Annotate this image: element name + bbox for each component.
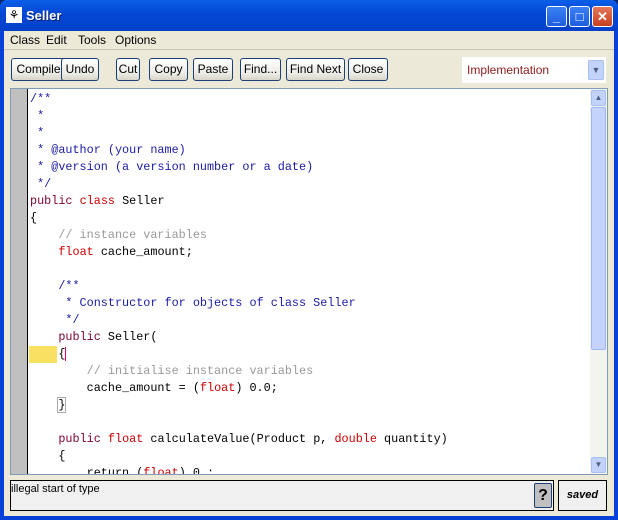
code-token: */: [30, 313, 80, 327]
code-line[interactable]: public float calculateValue(Product p, d…: [29, 431, 448, 448]
code-line[interactable]: cache_amount = (float) 0.0;: [29, 380, 448, 397]
title-bar[interactable]: ⚘ Seller _ □ ✕: [0, 0, 618, 31]
code-line[interactable]: public Seller(: [29, 329, 448, 346]
copy-button[interactable]: Copy: [149, 58, 188, 81]
code-line[interactable]: {: [29, 448, 448, 465]
code-token: public: [58, 330, 101, 344]
code-token: float: [199, 381, 236, 395]
saved-indicator: saved: [558, 480, 607, 511]
code-line[interactable]: */: [29, 312, 448, 329]
scroll-down-icon[interactable]: ▼: [591, 457, 606, 473]
text-caret: [65, 346, 67, 361]
code-token: public: [30, 194, 73, 208]
cut-button[interactable]: Cut: [116, 58, 140, 81]
window-title: Seller: [26, 8, 62, 23]
paste-button[interactable]: Paste: [193, 58, 233, 81]
code-line[interactable]: return (float) 0 ;: [29, 465, 448, 475]
code-line[interactable]: // instance variables: [29, 227, 448, 244]
view-select-value: Implementation: [467, 63, 550, 77]
code-token: Seller(: [100, 330, 158, 344]
menu-tools[interactable]: Tools: [78, 33, 106, 47]
code-token: cache_amount;: [93, 245, 193, 259]
code-token: calculateValue(Product p,: [143, 432, 335, 446]
code-token: * @author (your name): [30, 143, 186, 157]
code-token: {: [58, 347, 66, 361]
code-line[interactable]: }: [29, 397, 448, 414]
minimize-button[interactable]: _: [546, 6, 567, 27]
code-token: /**: [30, 279, 80, 293]
code-line[interactable]: *: [29, 125, 448, 142]
code-line[interactable]: *: [29, 108, 448, 125]
code-line[interactable]: * @author (your name): [29, 142, 448, 159]
code-token: {: [30, 449, 66, 463]
code-token: */: [30, 177, 52, 191]
code-token: ) 0.0;: [235, 381, 278, 395]
menu-options[interactable]: Options: [115, 33, 156, 47]
code-line[interactable]: public class Seller: [29, 193, 448, 210]
code-token: public: [58, 432, 101, 446]
code-token: // instance variables: [30, 228, 207, 242]
code-token: // initialise instance variables: [30, 364, 314, 378]
code-token: cache_amount = (: [30, 381, 200, 395]
code-token: Seller: [114, 194, 165, 208]
status-message: illegal start of type: [11, 483, 100, 495]
code-line[interactable]: float cache_amount;: [29, 244, 448, 261]
find-next-button[interactable]: Find Next: [286, 58, 345, 81]
code-token: float: [143, 466, 179, 475]
close-button[interactable]: Close: [348, 58, 388, 81]
code-area[interactable]: /** * * * @author (your name) * @version…: [29, 91, 448, 475]
code-line[interactable]: [29, 261, 448, 278]
line-gutter[interactable]: [11, 89, 28, 474]
code-token: *: [30, 126, 45, 140]
code-line[interactable]: * @version (a version number or a date): [29, 159, 448, 176]
code-line[interactable]: [29, 414, 448, 431]
code-line[interactable]: * Constructor for objects of class Selle…: [29, 295, 448, 312]
code-token: *: [30, 109, 45, 123]
chevron-down-icon[interactable]: ▼: [588, 60, 604, 80]
find-button[interactable]: Find...: [240, 58, 281, 81]
code-token: }: [57, 397, 67, 413]
code-token: double: [334, 432, 377, 446]
code-token: quantity): [376, 432, 448, 446]
status-message-area: illegal start of type ?: [10, 480, 554, 511]
compile-button[interactable]: Compile: [11, 58, 66, 81]
code-line[interactable]: */: [29, 176, 448, 193]
scroll-up-icon[interactable]: ▲: [591, 90, 606, 106]
code-token: float: [58, 245, 94, 259]
error-help-button[interactable]: ?: [534, 483, 552, 508]
code-token: float: [107, 432, 144, 446]
menu-bar: Class Edit Tools Options: [4, 31, 614, 50]
code-token: /**: [30, 92, 52, 106]
view-select[interactable]: Implementation ▼: [462, 57, 606, 83]
undo-button[interactable]: Undo: [61, 58, 99, 81]
code-token: {: [30, 211, 38, 225]
code-token: * Constructor for objects of class Selle…: [30, 296, 356, 310]
menu-class[interactable]: Class: [10, 33, 40, 47]
bluej-app-icon: ⚘: [6, 7, 22, 23]
vertical-scrollbar[interactable]: ▲ ▼: [590, 89, 607, 474]
code-line[interactable]: {: [29, 346, 448, 363]
code-line[interactable]: {: [29, 210, 448, 227]
scrollbar-thumb[interactable]: [591, 107, 606, 350]
code-token: class: [79, 194, 115, 208]
code-editor[interactable]: /** * * * @author (your name) * @version…: [10, 88, 608, 475]
code-token: return (: [30, 466, 144, 475]
code-token: ) 0 ;: [178, 466, 215, 475]
maximize-button[interactable]: □: [569, 6, 590, 27]
close-window-button[interactable]: ✕: [592, 6, 613, 27]
code-token: * @version (a version number or a date): [30, 160, 314, 174]
code-line[interactable]: // initialise instance variables: [29, 363, 448, 380]
code-line[interactable]: /**: [29, 91, 448, 108]
code-line[interactable]: /**: [29, 278, 448, 295]
menu-edit[interactable]: Edit: [46, 33, 67, 47]
